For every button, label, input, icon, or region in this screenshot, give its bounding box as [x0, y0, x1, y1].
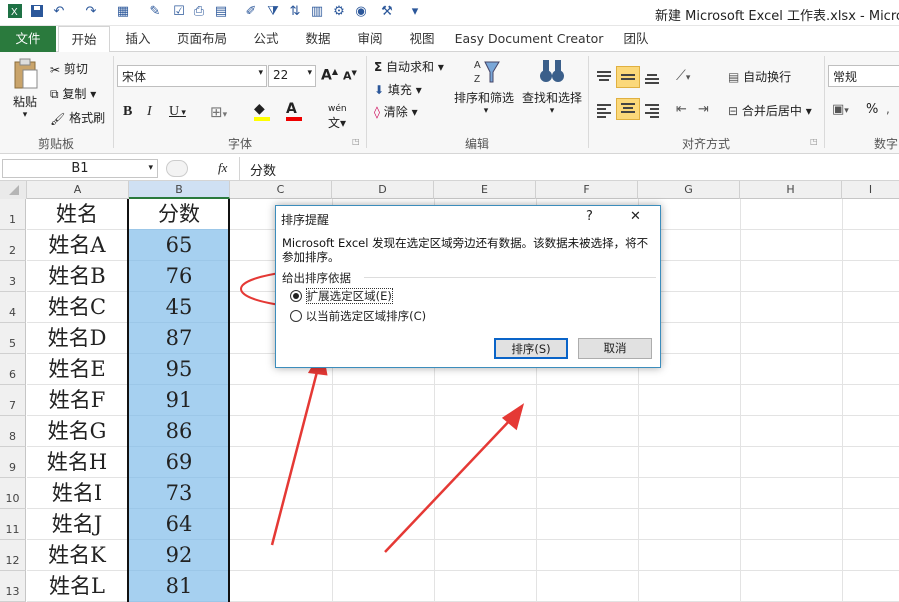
- radio-unchecked-icon: [290, 310, 302, 322]
- dialog-title: 排序提醒: [281, 213, 330, 227]
- divider: [364, 277, 656, 278]
- dialog-message: Microsoft Excel 发现在选定区域旁边还有数据。该数据未被选择，将不…: [282, 236, 649, 264]
- radio-checked-icon: [290, 290, 302, 302]
- sort-warning-dialog: 排序提醒 ? ✕ Microsoft Excel 发现在选定区域旁边还有数据。该…: [275, 205, 661, 368]
- annotation-arrow: [270, 348, 328, 546]
- help-button[interactable]: ?: [586, 209, 593, 224]
- annotation-arrow: [384, 403, 525, 553]
- option-current-selection[interactable]: 以当前选定区域排序(C): [290, 308, 426, 324]
- sort-basis-label: 给出排序依据: [282, 271, 351, 285]
- close-icon[interactable]: ✕: [630, 209, 641, 224]
- sort-button[interactable]: 排序(S): [494, 338, 568, 359]
- cancel-button[interactable]: 取消: [578, 338, 652, 359]
- option-current-label: 以当前选定区域排序(C): [305, 309, 427, 323]
- option-expand-selection[interactable]: 扩展选定区域(E): [290, 288, 393, 304]
- option-expand-label: 扩展选定区域(E): [305, 288, 393, 304]
